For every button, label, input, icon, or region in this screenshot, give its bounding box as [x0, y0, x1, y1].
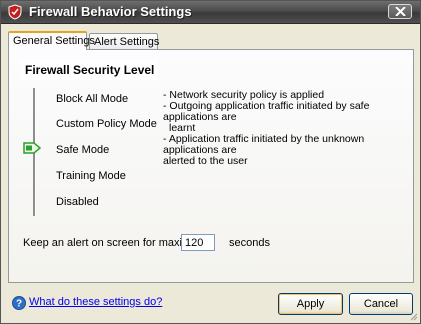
slider-handle-icon[interactable]: [23, 141, 43, 155]
alert-duration-unit: seconds: [229, 237, 270, 249]
general-settings-panel: Firewall Security Level Block All Mode C…: [8, 49, 414, 283]
level-description: - Network security policy is applied - O…: [163, 90, 408, 167]
window-title: Firewall Behavior Settings: [29, 4, 192, 19]
level-safe-mode[interactable]: Safe Mode: [56, 144, 109, 156]
close-icon: [395, 7, 406, 16]
help-icon[interactable]: ?: [12, 296, 26, 310]
help-link[interactable]: What do these settings do?: [29, 296, 162, 308]
level-training-mode[interactable]: Training Mode: [56, 170, 126, 182]
resize-grip-icon[interactable]: [408, 311, 418, 321]
apply-button[interactable]: Apply: [278, 293, 343, 315]
description-line: - Outgoing application traffic initiated…: [163, 100, 370, 123]
level-disabled[interactable]: Disabled: [56, 196, 99, 208]
description-line: alerted to the user: [163, 155, 248, 167]
alert-duration-input[interactable]: [181, 234, 215, 251]
tab-alert-settings[interactable]: Alert Settings: [89, 33, 159, 49]
level-custom-policy-mode[interactable]: Custom Policy Mode: [56, 118, 157, 130]
level-block-all-mode[interactable]: Block All Mode: [56, 93, 128, 105]
shield-icon: [7, 4, 23, 20]
cancel-button[interactable]: Cancel: [349, 293, 413, 315]
dialog-window: Firewall Behavior Settings General Setti…: [0, 0, 421, 324]
description-line: - Application traffic initiated by the u…: [163, 133, 365, 156]
svg-text:?: ?: [16, 299, 22, 310]
close-button[interactable]: [388, 4, 412, 19]
section-title: Firewall Security Level: [21, 60, 159, 80]
alert-duration-label: Keep an alert on screen for maximum: [23, 237, 207, 249]
tab-general-settings[interactable]: General Settings: [8, 31, 95, 50]
title-bar[interactable]: Firewall Behavior Settings: [1, 1, 420, 24]
